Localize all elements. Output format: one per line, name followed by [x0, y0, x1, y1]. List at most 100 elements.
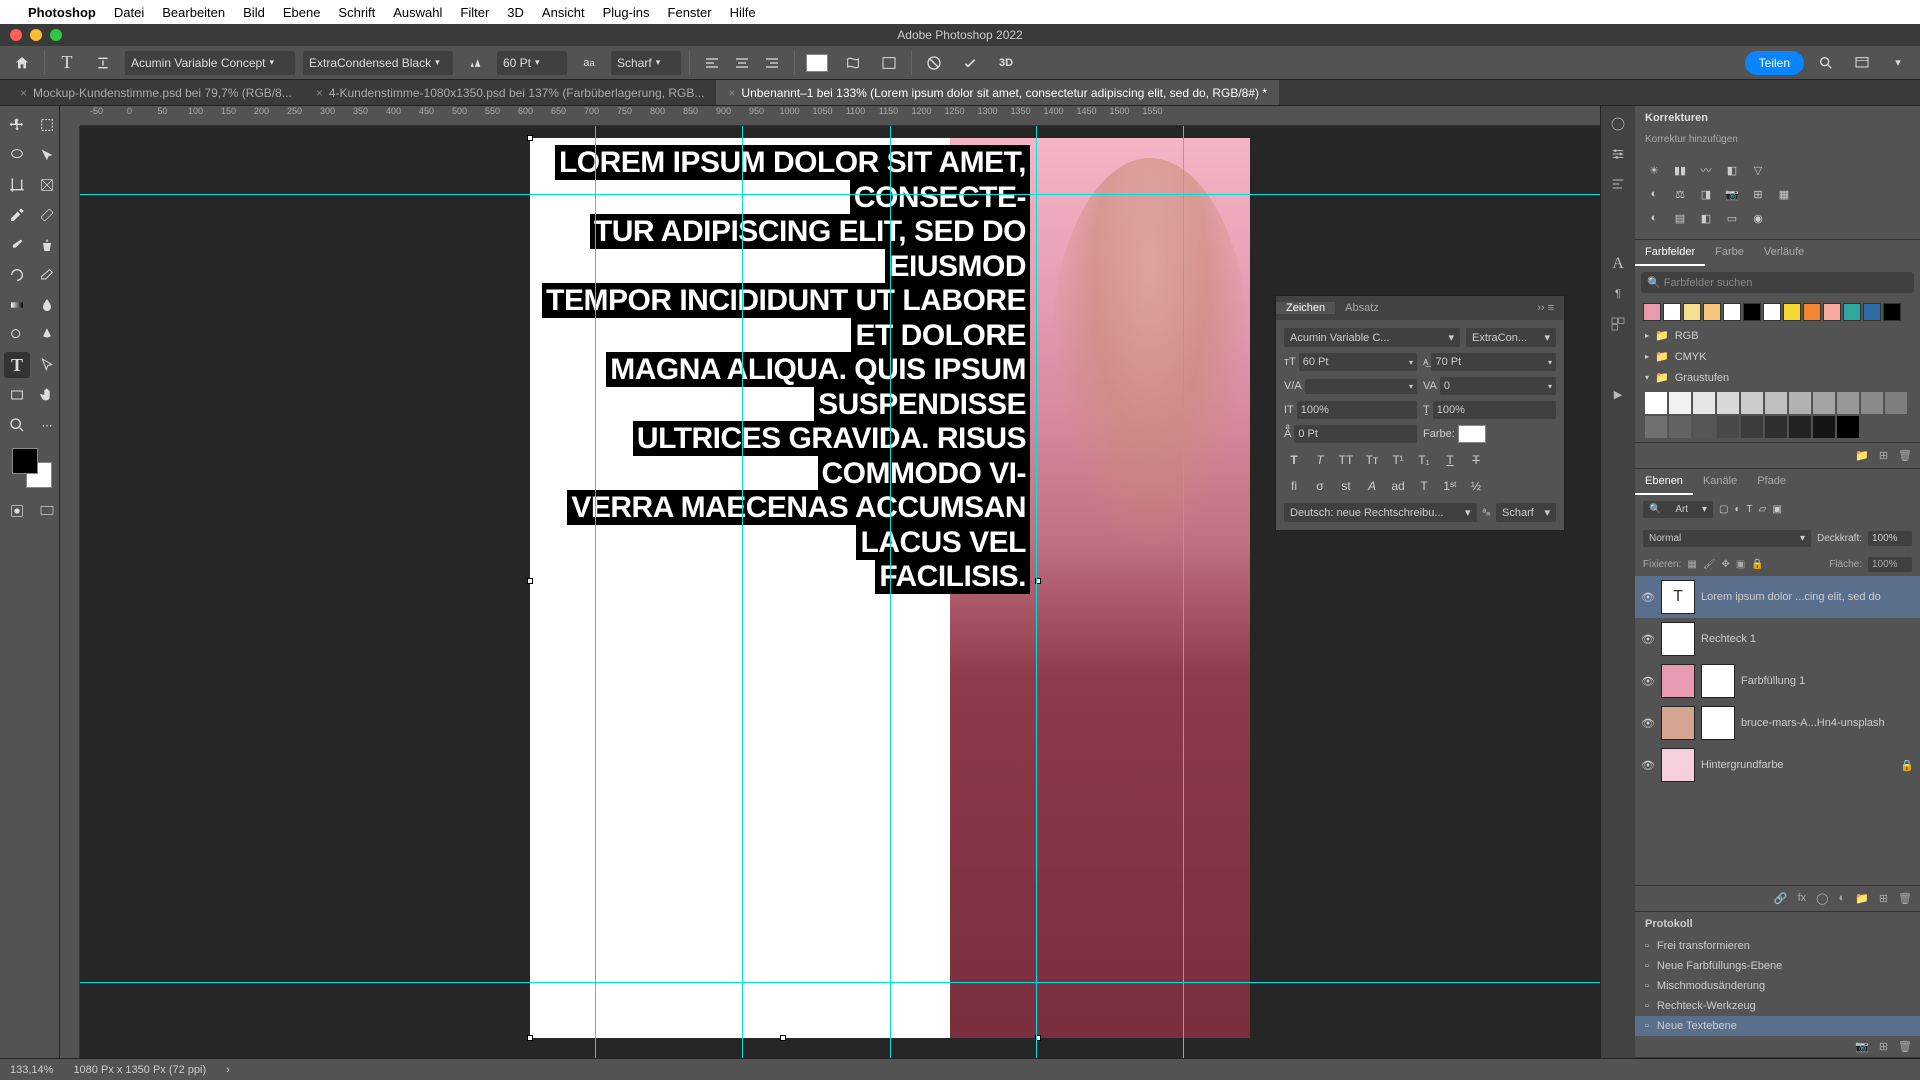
gray-swatch[interactable] — [1789, 416, 1811, 438]
gradient-map-icon[interactable]: ▭ — [1723, 209, 1741, 227]
history-item[interactable]: ▫Neue Farbfüllungs-Ebene — [1635, 956, 1920, 976]
document-tab[interactable]: ×Mockup-Kundenstimme.psd bei 79,7% (RGB/… — [8, 80, 304, 105]
lock-all-icon[interactable]: 🔒 — [1751, 559, 1763, 570]
close-window[interactable] — [10, 29, 22, 41]
char-style[interactable]: ExtraCon...▾ — [1466, 328, 1556, 347]
char-size[interactable]: 60 Pt▾ — [1299, 353, 1417, 371]
titling-btn[interactable]: ad — [1388, 477, 1408, 495]
blend-mode-dropdown[interactable]: Normal▾ — [1643, 530, 1811, 547]
stylistic-btn[interactable]: st — [1336, 477, 1356, 495]
filter-shape-icon[interactable]: ▱ — [1759, 504, 1767, 515]
threshold-icon[interactable]: ◧ — [1697, 209, 1715, 227]
workspace-menu[interactable]: ▾ — [1884, 49, 1912, 77]
info-panel-icon[interactable] — [1608, 114, 1628, 134]
history-snapshot-icon[interactable]: 📷 — [1855, 1040, 1869, 1053]
layer-kind-filter[interactable]: 🔍 Art ▾ — [1643, 501, 1713, 518]
text-layer[interactable]: LOREM IPSUM DOLOR SIT AMET, CONSECTE-TUR… — [538, 146, 1030, 595]
gray-swatch[interactable] — [1741, 392, 1763, 414]
color-balance-icon[interactable]: ⚖ — [1671, 185, 1689, 203]
char-baseline[interactable]: 0 Pt — [1294, 425, 1417, 443]
quick-select-tool[interactable] — [34, 142, 60, 168]
delete-layer-icon[interactable]: 🗑 — [1898, 892, 1912, 905]
foreground-background-colors[interactable] — [12, 448, 52, 488]
gray-swatch[interactable] — [1669, 416, 1691, 438]
layer-row[interactable]: 👁TLorem ipsum dolor ...cing elit, sed do — [1635, 576, 1920, 618]
canvas-area[interactable]: -500501001502002503003504004505005506006… — [60, 106, 1600, 1058]
gray-swatch[interactable] — [1717, 416, 1739, 438]
hue-icon[interactable]: ◐ — [1645, 185, 1663, 203]
adjustments-panel-icon[interactable] — [1608, 174, 1628, 194]
ligature-btn[interactable]: fi — [1284, 477, 1304, 495]
bw-icon[interactable]: ◨ — [1697, 185, 1715, 203]
gradients-tab[interactable]: Verläufe — [1754, 240, 1814, 266]
menu-window[interactable]: Fenster — [668, 5, 712, 20]
maximize-window[interactable] — [50, 29, 62, 41]
tab-close-icon[interactable]: × — [20, 86, 27, 100]
lock-paint-icon[interactable]: 🖌 — [1703, 559, 1716, 570]
color-tab[interactable]: Farbe — [1705, 240, 1754, 266]
underline-btn[interactable]: T — [1440, 451, 1460, 469]
history-brush-tool[interactable] — [4, 262, 30, 288]
char-panel-icon[interactable]: A — [1608, 254, 1628, 274]
ruler-vertical[interactable] — [60, 106, 80, 1058]
color-swatch[interactable] — [1783, 303, 1801, 321]
search-icon[interactable] — [1812, 49, 1840, 77]
char-leading[interactable]: 70 Pt▾ — [1431, 353, 1556, 371]
doc-size[interactable]: 1080 Px x 1350 Px (72 ppi) — [73, 1064, 206, 1076]
menu-filter[interactable]: Filter — [460, 5, 489, 20]
char-language[interactable]: Deutsch: neue Rechtschreibu...▾ — [1284, 503, 1477, 522]
visibility-icon[interactable]: 👁 — [1641, 591, 1655, 604]
layer-row[interactable]: 👁Hintergrundfarbe🔒 — [1635, 744, 1920, 786]
filter-type-icon[interactable]: T — [1747, 504, 1753, 515]
gray-swatch[interactable] — [1765, 416, 1787, 438]
text-color[interactable] — [803, 49, 831, 77]
document-tab[interactable]: ×4-Kundenstimme-1080x1350.psd bei 137% (… — [304, 80, 717, 105]
swatch-delete-icon[interactable]: 🗑 — [1898, 449, 1912, 462]
gray-swatch[interactable] — [1861, 392, 1883, 414]
visibility-icon[interactable]: 👁 — [1641, 633, 1655, 646]
hand-tool[interactable] — [34, 382, 60, 408]
3d-button[interactable]: 3D — [992, 49, 1020, 77]
char-font[interactable]: Acumin Variable C...▾ — [1284, 328, 1460, 347]
properties-panel-icon[interactable] — [1608, 144, 1628, 164]
rgb-group[interactable]: ▸📁 RGB — [1635, 325, 1920, 346]
color-swatch[interactable] — [1763, 303, 1781, 321]
eraser-tool[interactable] — [34, 262, 60, 288]
oldstyle-btn[interactable]: σ — [1310, 477, 1330, 495]
menu-layer[interactable]: Ebene — [283, 5, 321, 20]
swatch-new-icon[interactable]: ⊞ — [1879, 449, 1888, 462]
eyedropper-tool[interactable] — [4, 202, 30, 228]
layer-group-icon[interactable]: 📁 — [1855, 892, 1869, 905]
menu-help[interactable]: Hilfe — [730, 5, 756, 20]
path-select-tool[interactable] — [34, 352, 60, 378]
lasso-tool[interactable] — [4, 142, 30, 168]
cancel-edit[interactable] — [920, 49, 948, 77]
para-panel-icon[interactable]: ¶ — [1608, 284, 1628, 304]
filter-image-icon[interactable]: ▢ — [1719, 504, 1728, 515]
lock-transparency-icon[interactable]: ▦ — [1687, 559, 1696, 570]
gray-swatch[interactable] — [1789, 392, 1811, 414]
char-tracking[interactable]: 0▾ — [1440, 377, 1556, 395]
color-swatch[interactable] — [1723, 303, 1741, 321]
character-panel-toggle[interactable] — [875, 49, 903, 77]
character-panel[interactable]: Zeichen Absatz ›› ≡ Acumin Variable C...… — [1275, 295, 1565, 531]
gray-swatch[interactable] — [1837, 416, 1859, 438]
healing-tool[interactable] — [34, 202, 60, 228]
history-item[interactable]: ▫Rechteck-Werkzeug — [1635, 996, 1920, 1016]
color-swatch[interactable] — [1823, 303, 1841, 321]
align-center[interactable] — [728, 49, 756, 77]
invert-icon[interactable]: ◐ — [1645, 209, 1663, 227]
exposure-icon[interactable]: ◧ — [1723, 161, 1741, 179]
gray-swatch[interactable] — [1645, 392, 1667, 414]
color-swatch[interactable] — [1883, 303, 1901, 321]
swash-btn[interactable]: A — [1362, 477, 1382, 495]
layer-mask-icon[interactable]: ◯ — [1816, 892, 1828, 905]
fill-field[interactable]: 100% — [1868, 557, 1912, 572]
gray-swatch[interactable] — [1813, 392, 1835, 414]
strikethrough-btn[interactable]: T — [1466, 451, 1486, 469]
layers-tab[interactable]: Ebenen — [1635, 469, 1693, 495]
menu-image[interactable]: Bild — [243, 5, 265, 20]
layer-fx-icon[interactable]: fx — [1798, 892, 1807, 905]
font-family-dropdown[interactable]: Acumin Variable Concept▾ — [125, 51, 295, 75]
color-swatch[interactable] — [1863, 303, 1881, 321]
